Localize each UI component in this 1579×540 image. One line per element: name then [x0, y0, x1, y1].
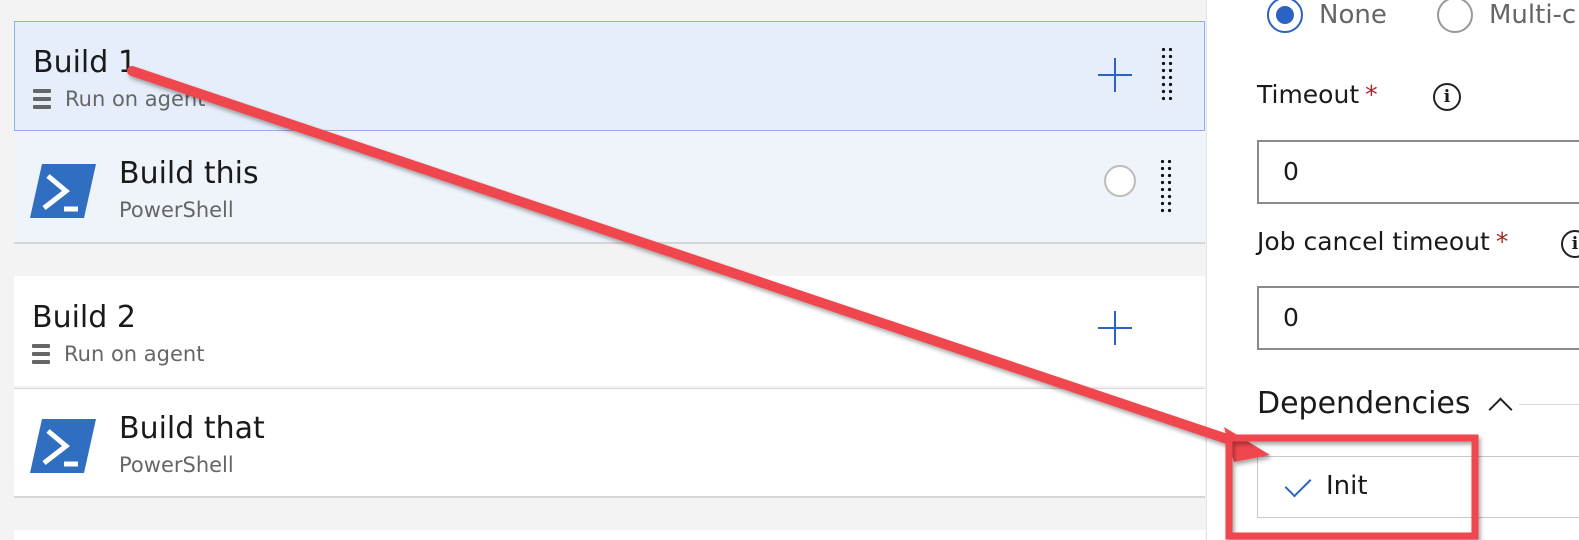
drag-handle-icon[interactable] — [1160, 46, 1174, 102]
chevron-up-icon[interactable] — [1489, 394, 1509, 414]
info-icon[interactable]: i — [1433, 83, 1461, 111]
server-icon — [32, 344, 50, 364]
task-title: Build that — [119, 411, 265, 446]
task-subtitle: PowerShell — [119, 453, 234, 477]
properties-panel: None Multi-c Timeout * i 0 Job cancel tim… — [1206, 0, 1579, 540]
phase-build-1[interactable]: Build 1 Run on agent — [14, 21, 1205, 131]
phase-list: Build 1 Run on agent Build this PowerShe… — [0, 0, 1206, 540]
timeout-label: Timeout * — [1257, 80, 1378, 109]
timeout-field[interactable]: 0 — [1257, 140, 1579, 204]
info-icon[interactable]: i — [1561, 230, 1579, 258]
task-enable-toggle[interactable] — [1104, 165, 1136, 197]
task-build-that[interactable]: Build that PowerShell — [14, 388, 1205, 498]
required-mark: * — [1365, 80, 1378, 109]
radio-label: Multi-c — [1489, 0, 1577, 30]
timeout-label-text: Timeout — [1257, 80, 1360, 109]
dependencies-label: Dependencies — [1257, 386, 1471, 421]
task-build-this[interactable]: Build this PowerShell — [14, 134, 1205, 244]
server-icon — [33, 89, 51, 109]
dependency-label: Init — [1326, 471, 1368, 501]
phase-title: Build 2 — [32, 300, 136, 335]
required-mark: * — [1495, 227, 1509, 256]
radio-label: None — [1319, 0, 1387, 30]
radio-none[interactable]: None — [1267, 0, 1387, 33]
plus-icon[interactable] — [1098, 311, 1132, 345]
cancel-timeout-label: Job cancel timeout * — [1257, 227, 1508, 256]
dependencies-header[interactable]: Dependencies — [1257, 386, 1509, 421]
phase-title: Build 1 — [33, 45, 137, 80]
radio-dot[interactable] — [1437, 0, 1473, 33]
powershell-icon — [30, 164, 96, 218]
cancel-timeout-label-text: Job cancel timeout — [1257, 227, 1490, 256]
check-icon — [1284, 470, 1312, 498]
section-divider — [1519, 404, 1579, 405]
powershell-icon — [30, 419, 96, 473]
radio-multi-config[interactable]: Multi-c — [1437, 0, 1576, 33]
task-title: Build this — [119, 156, 259, 191]
plus-icon[interactable] — [1098, 58, 1132, 92]
dependency-item-init[interactable]: Init — [1257, 456, 1579, 518]
phase-subtitle-text: Run on agent — [65, 87, 206, 111]
phase-subtitle: Run on agent — [33, 87, 205, 111]
phase-subtitle-text: Run on agent — [64, 342, 205, 366]
radio-dot[interactable] — [1267, 0, 1303, 33]
drag-handle-icon[interactable] — [1159, 158, 1173, 214]
cancel-timeout-field[interactable]: 0 — [1257, 286, 1579, 350]
next-phase-edge — [14, 530, 1205, 540]
phase-build-2[interactable]: Build 2 Run on agent — [14, 276, 1205, 386]
task-subtitle: PowerShell — [119, 198, 234, 222]
phase-subtitle: Run on agent — [32, 342, 204, 366]
